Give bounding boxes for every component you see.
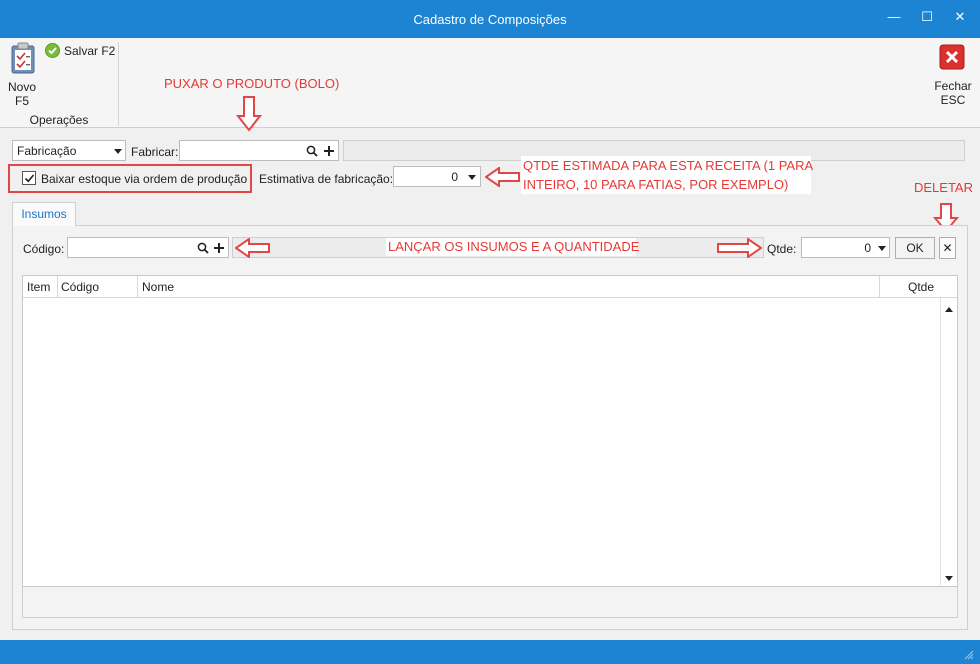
annotation-puxar: PUXAR O PRODUTO (BOLO) xyxy=(164,76,340,91)
ribbon-group-label: Operações xyxy=(29,113,89,127)
column-separator xyxy=(57,276,58,298)
ok-button[interactable]: OK xyxy=(895,237,935,259)
vertical-scrollbar[interactable] xyxy=(940,298,957,586)
column-header-qtde[interactable]: Qtde xyxy=(908,280,934,294)
type-select-value: Fabricação xyxy=(17,144,77,158)
tab-insumos[interactable]: Insumos xyxy=(12,202,76,226)
window-title: Cadastro de Composições xyxy=(413,12,567,27)
checkmark-icon xyxy=(24,174,35,183)
novo-button[interactable]: Novo F5 xyxy=(4,40,40,108)
annotation-qtde-line1: QTDE ESTIMADA PARA ESTA RECEITA (1 PARA xyxy=(523,158,814,173)
delete-button[interactable]: ✕ xyxy=(939,237,956,259)
baixar-checkbox-label: Baixar estoque via ordem de produção xyxy=(41,172,248,186)
minimize-button[interactable]: — xyxy=(880,6,908,28)
novo-shortcut: F5 xyxy=(14,94,29,108)
qtde-label: Qtde: xyxy=(767,242,797,256)
column-separator xyxy=(879,276,880,298)
close-red-icon xyxy=(939,44,965,70)
estimativa-label: Estimativa de fabricação: xyxy=(259,172,394,186)
grid-footer xyxy=(22,587,958,618)
search-icon[interactable] xyxy=(306,145,318,157)
arrow-right-icon xyxy=(717,238,762,258)
scroll-up-icon[interactable] xyxy=(945,307,953,312)
scroll-down-icon[interactable] xyxy=(945,576,953,581)
annotation-lancar: LANÇAR OS INSUMOS E A QUANTIDADE xyxy=(388,239,640,254)
salvar-label: Salvar F2 xyxy=(64,44,116,58)
column-header-nome[interactable]: Nome xyxy=(142,280,174,294)
annotation-qtde-box: QTDE ESTIMADA PARA ESTA RECEITA (1 PARA … xyxy=(521,156,814,194)
add-icon[interactable] xyxy=(323,145,335,157)
clipboard-icon xyxy=(11,42,35,74)
status-bar xyxy=(0,640,980,664)
annotation-qtde-line2: INTEIRO, 10 PARA FATIAS, POR EXEMPLO) xyxy=(523,177,789,192)
chevron-down-icon xyxy=(114,149,122,154)
qtde-value: 0 xyxy=(864,241,871,255)
qtde-spinner[interactable]: 0 xyxy=(801,237,890,258)
close-window-button[interactable]: ✕ xyxy=(946,6,974,28)
codigo-label: Código: xyxy=(23,242,65,256)
grid-header: Item Código Nome Qtde xyxy=(23,276,957,298)
fechar-shortcut: ESC xyxy=(940,93,966,107)
baixar-checkbox[interactable] xyxy=(22,171,36,185)
fechar-label: Fechar xyxy=(934,79,972,93)
novo-label: Novo xyxy=(7,80,36,94)
maximize-button[interactable]: ☐ xyxy=(913,6,941,28)
annotation-lancar-box: LANÇAR OS INSUMOS E A QUANTIDADE xyxy=(386,238,640,256)
column-separator xyxy=(137,276,138,298)
estimativa-spinner[interactable]: 0 xyxy=(393,166,481,187)
ribbon: Novo F5 Salvar F2 Operações Fechar ESC xyxy=(0,38,980,128)
search-icon[interactable] xyxy=(197,242,209,254)
salvar-button[interactable]: Salvar F2 xyxy=(45,43,115,59)
type-select[interactable]: Fabricação xyxy=(12,140,126,161)
ribbon-separator xyxy=(118,42,119,126)
column-header-item[interactable]: Item xyxy=(27,280,50,294)
fabricar-label: Fabricar: xyxy=(131,145,179,159)
chevron-down-icon[interactable] xyxy=(878,246,886,251)
resize-grip-icon[interactable] xyxy=(964,650,974,660)
check-circle-icon xyxy=(45,43,60,58)
insumos-grid[interactable]: Item Código Nome Qtde xyxy=(22,275,958,587)
chevron-down-icon[interactable] xyxy=(468,175,476,180)
estimativa-value: 0 xyxy=(451,170,458,184)
arrow-down-icon xyxy=(236,96,262,132)
arrow-left-icon xyxy=(485,167,520,187)
fechar-button[interactable]: Fechar ESC xyxy=(932,44,974,108)
add-icon[interactable] xyxy=(213,242,225,254)
arrow-left-icon xyxy=(235,238,270,258)
column-header-codigo[interactable]: Código xyxy=(61,280,99,294)
title-bar: Cadastro de Composições — ☐ ✕ xyxy=(0,0,980,38)
annotation-deletar: DELETAR xyxy=(914,180,973,195)
